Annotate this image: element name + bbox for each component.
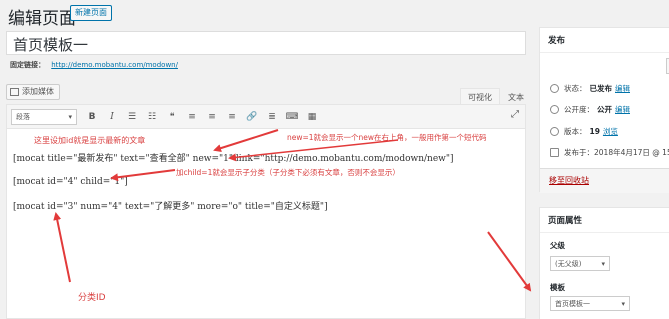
status-edit-link[interactable]: 编辑 xyxy=(615,83,630,94)
chevron-down-icon: ▾ xyxy=(68,112,72,121)
shortcode-line-2: [mocat id="4" child="1"] xyxy=(13,177,128,187)
bold-icon[interactable]: B xyxy=(85,109,99,125)
keyboard-icon[interactable]: ⌨ xyxy=(285,109,299,125)
pin-icon xyxy=(550,84,559,93)
revisions-value: 19 xyxy=(589,127,600,136)
format-select[interactable]: 段落 ▾ xyxy=(11,108,77,125)
media-icon xyxy=(10,88,19,96)
toolbar-toggle-icon[interactable]: ▦ xyxy=(305,109,319,125)
visibility-edit-link[interactable]: 编辑 xyxy=(615,104,630,115)
bullet-list-icon[interactable]: ☰ xyxy=(125,109,139,125)
revisions-icon xyxy=(550,127,559,136)
publish-box: 发布 状态： 已发布 编辑 公开度： 公开 编辑 版本： 19 浏览 发布于： … xyxy=(539,27,669,193)
add-media-label: 添加媒体 xyxy=(22,87,54,96)
publish-box-title: 发布 xyxy=(540,28,669,53)
blockquote-icon[interactable]: ❝ xyxy=(165,109,179,125)
expand-icon[interactable]: ⤢ xyxy=(511,109,519,120)
parent-select[interactable]: (无父级) ▾ xyxy=(550,256,610,271)
shortcode-line-3: [mocat id="3" num="4" text="了解更多" more="… xyxy=(13,202,328,212)
page-attributes-title: 页面属性 xyxy=(540,208,669,233)
chevron-down-icon: ▾ xyxy=(621,299,625,308)
visibility-row: 公开度： 公开 编辑 xyxy=(550,104,630,115)
read-more-icon[interactable]: ≣ xyxy=(265,109,279,125)
visibility-value: 公开 xyxy=(597,105,612,114)
annotation-child: 加child=1就会显示子分类（子分类下必须有文章，否则不会显示） xyxy=(176,168,400,177)
format-select-value: 段落 xyxy=(16,112,30,121)
italic-icon[interactable]: I xyxy=(105,109,119,125)
published-label: 发布于： xyxy=(564,148,594,157)
numbered-list-icon[interactable]: ☷ xyxy=(145,109,159,125)
published-value: 2018年4月17日 @ 15 xyxy=(594,148,669,157)
chevron-down-icon: ▾ xyxy=(601,259,605,268)
visibility-label: 公开度： xyxy=(564,105,594,114)
align-center-icon[interactable]: ≡ xyxy=(205,109,219,125)
annotation-latest: 这里设加id就是显示最新的文章 xyxy=(34,136,146,145)
post-title-input[interactable]: 首页模板一 xyxy=(6,31,526,55)
status-row: 状态： 已发布 编辑 xyxy=(550,83,630,94)
align-left-icon[interactable]: ≡ xyxy=(185,109,199,125)
permalink-label: 固定链接： xyxy=(10,61,45,69)
annotation-new: new=1就会显示一个new在右上角，一般用作第一个短代码 xyxy=(287,133,487,142)
link-icon[interactable]: 🔗 xyxy=(245,109,259,125)
page-title: 编辑页面 xyxy=(8,9,76,29)
add-new-page-button[interactable]: 新建页面 xyxy=(70,5,112,21)
add-media-button[interactable]: 添加媒体 xyxy=(6,84,60,100)
status-value: 已发布 xyxy=(589,84,613,93)
move-to-trash-link[interactable]: 移至回收站 xyxy=(549,175,589,186)
template-select[interactable]: 首页模板一 ▾ xyxy=(550,296,630,311)
permalink-row: 固定链接： http://demo.mobantu.com/modown/ xyxy=(10,60,178,70)
revisions-label: 版本： xyxy=(564,127,587,136)
published-row: 发布于： 2018年4月17日 @ 15 xyxy=(550,147,669,158)
publish-actions: 移至回收站 xyxy=(540,168,669,193)
parent-select-value: (无父级) xyxy=(555,259,582,268)
editor-toolbar: 段落 ▾ B I ☰ ☷ ❝ ≡ ≡ ≡ 🔗 ≣ ⌨ ▦ ⤢ xyxy=(7,105,525,129)
parent-label: 父级 xyxy=(550,241,565,250)
revisions-row: 版本： 19 浏览 xyxy=(550,126,618,137)
revisions-browse-link[interactable]: 浏览 xyxy=(603,126,618,137)
template-label: 模板 xyxy=(550,283,565,292)
calendar-icon xyxy=(550,148,559,157)
template-select-value: 首页模板一 xyxy=(555,299,590,308)
align-right-icon[interactable]: ≡ xyxy=(225,109,239,125)
annotation-category-id: 分类ID xyxy=(78,293,106,303)
shortcode-line-1: [mocat title="最新发布" text="查看全部" new="1" … xyxy=(13,154,454,164)
page-attributes-box: 页面属性 父级 (无父级) ▾ 模板 首页模板一 ▾ xyxy=(539,207,669,319)
eye-icon xyxy=(550,105,559,114)
permalink-link[interactable]: http://demo.mobantu.com/modown/ xyxy=(51,61,178,69)
status-label: 状态： xyxy=(564,84,587,93)
